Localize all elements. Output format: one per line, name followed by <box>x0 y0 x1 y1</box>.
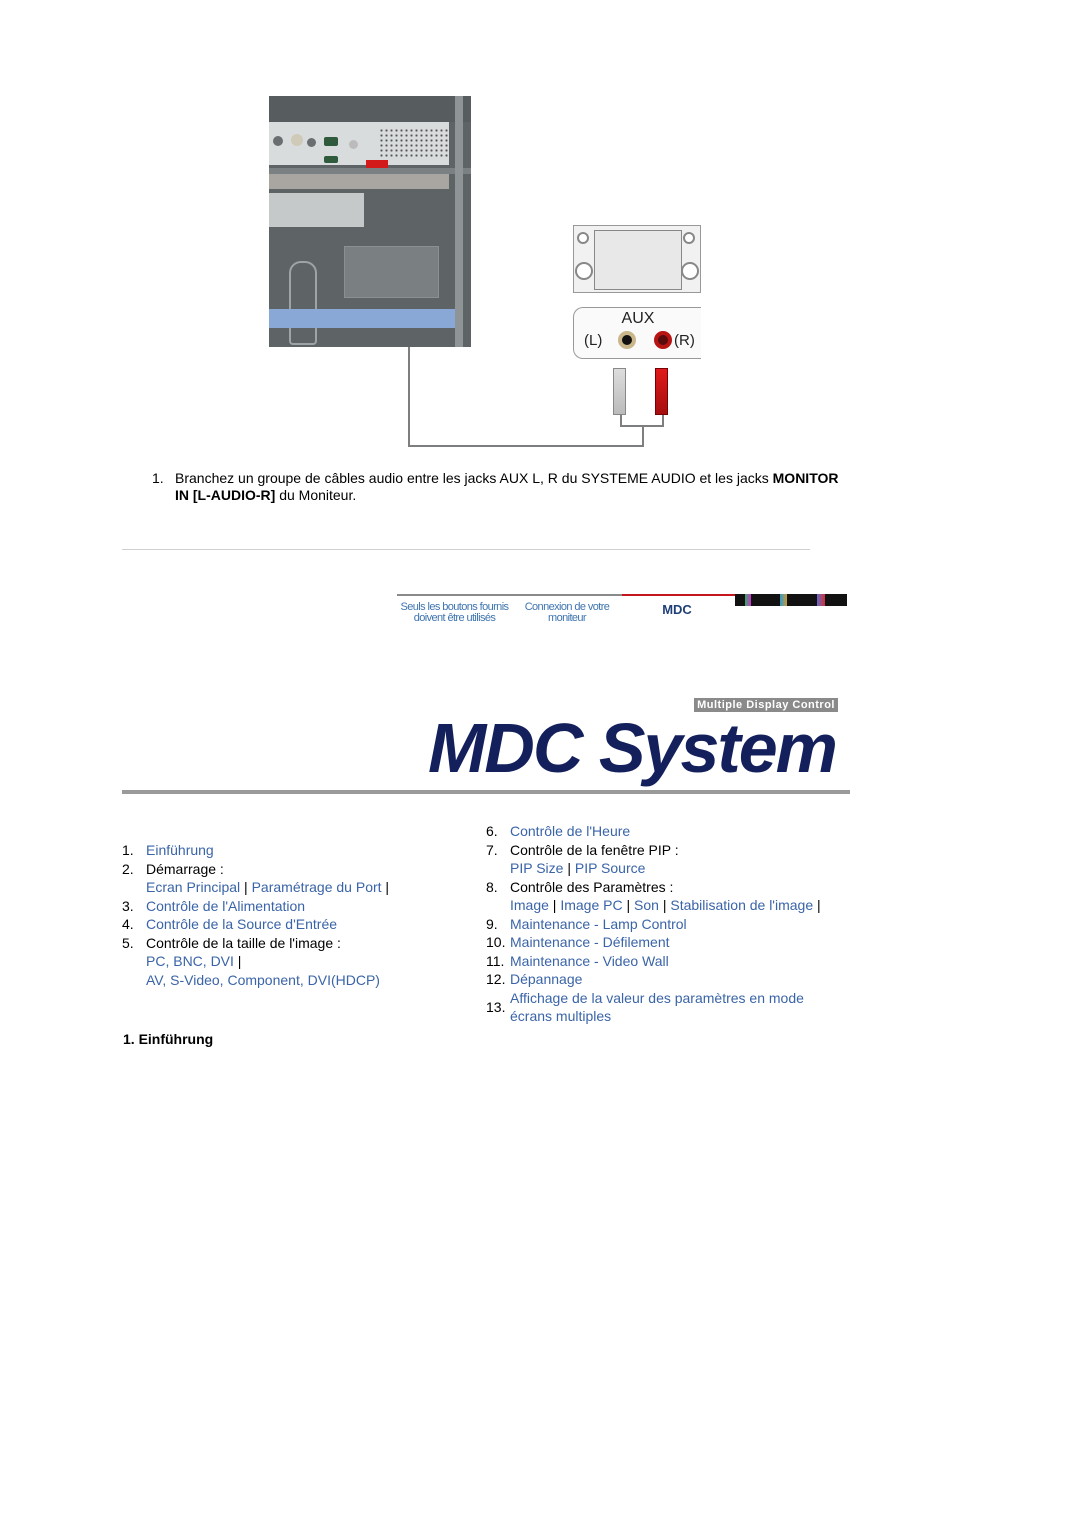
link-av-svideo-component[interactable]: AV, S-Video, Component, DVI(HDCP) <box>146 972 380 988</box>
link-ecran-principal[interactable]: Ecran Principal <box>146 879 240 895</box>
toc-item-7: 7. Contrôle de la fenêtre PIP : PIP Size… <box>486 841 679 877</box>
nav-tab-mdc[interactable]: MDC <box>647 602 707 617</box>
nav-thumbnail-strip <box>735 594 847 606</box>
toc-item-3: 3. Contrôle de l'Alimentation <box>122 897 462 916</box>
link-video-wall[interactable]: Maintenance - Video Wall <box>510 953 669 969</box>
link-depannage[interactable]: Dépannage <box>510 971 582 987</box>
white-rca-plug <box>613 368 626 415</box>
link-son[interactable]: Son <box>634 897 659 913</box>
link-controle-source[interactable]: Contrôle de la Source d'Entrée <box>146 916 337 932</box>
toc-label: Contrôle de la fenêtre PIP : <box>510 841 679 858</box>
section-heading: 1. Einführung <box>123 1031 214 1047</box>
nav-banner: Seuls les boutons fournis doivent être u… <box>397 594 847 630</box>
aux-jack-panel: AUX (L) (R) <box>573 307 701 359</box>
link-text-line-1: Affichage de la valeur des paramètres en… <box>510 989 804 1006</box>
link-defilement[interactable]: Maintenance - Défilement <box>510 934 670 950</box>
instruction-item: 1. Branchez un groupe de câbles audio en… <box>140 470 840 504</box>
link-pc-bnc-dvi[interactable]: PC, BNC, DVI <box>146 953 234 969</box>
toc-item-2: 2. Démarrage : Ecran Principal | Paramét… <box>122 860 390 896</box>
aux-left-jack <box>618 331 636 349</box>
instruction-text: Branchez un groupe de câbles audio entre… <box>175 470 773 486</box>
link-pip-source[interactable]: PIP Source <box>575 860 646 876</box>
toc-item-9: 9. Maintenance - Lamp Control <box>486 915 846 934</box>
link-stabilisation[interactable]: Stabilisation de l'image <box>670 897 813 913</box>
toc-item-8: 8. Contrôle des Paramètres : Image | Ima… <box>486 878 821 914</box>
instruction-text-end: du Moniteur. <box>275 487 357 503</box>
mdc-system-logo: Multiple Display Control MDC System <box>122 696 850 796</box>
nav-tab-connection[interactable]: Connexion de votre moniteur <box>517 602 617 638</box>
toc-label: Contrôle des Paramètres : <box>510 878 674 895</box>
link-pip-size[interactable]: PIP Size <box>510 860 563 876</box>
toc-number: 10. <box>486 934 506 950</box>
toc-item-5: 5. Contrôle de la taille de l'image : PC… <box>122 934 380 988</box>
link-controle-heure[interactable]: Contrôle de l'Heure <box>510 823 630 839</box>
toc-item-1: 1. Einführung <box>122 841 462 860</box>
link-affichage-valeur[interactable]: Affichage de la valeur des paramètres en… <box>510 990 804 1025</box>
link-lamp-control[interactable]: Maintenance - Lamp Control <box>510 916 687 932</box>
toc-number: 1. <box>122 842 134 858</box>
aux-label: AUX <box>621 310 655 327</box>
toc-item-12: 12. Dépannage <box>486 970 846 989</box>
red-rca-plug <box>655 368 668 415</box>
monitor-back-photo <box>269 96 471 347</box>
toc-number: 6. <box>486 823 498 839</box>
aux-right-label: (R) <box>674 332 695 349</box>
toc-number: 2. <box>122 860 134 877</box>
toc-number: 11. <box>486 952 505 969</box>
red-plug-connected <box>366 160 388 168</box>
audio-system-device <box>573 225 701 293</box>
toc-item-6: 6. Contrôle de l'Heure <box>486 822 846 841</box>
toc-label: Contrôle de la taille de l'image : <box>146 934 341 951</box>
link-parametrage-port[interactable]: Paramétrage du Port <box>252 879 382 895</box>
audio-cable-bottom <box>408 445 644 447</box>
toc-item-11: 11. Maintenance - Video Wall <box>486 952 846 971</box>
toc-number: 3. <box>122 897 134 914</box>
link-controle-alimentation[interactable]: Contrôle de l'Alimentation <box>146 898 305 914</box>
link-image-pc[interactable]: Image PC <box>560 897 622 913</box>
toc-left-column: 1. Einführung 2. Démarrage : Ecran Princ… <box>122 841 462 989</box>
toc-number: 8. <box>486 878 498 895</box>
toc-item-10: 10. Maintenance - Défilement <box>486 933 846 952</box>
toc-number: 13. <box>486 998 506 1015</box>
aux-right-jack <box>654 331 672 349</box>
toc-number: 12. <box>486 971 506 987</box>
toc-number: 9. <box>486 915 498 932</box>
section-divider <box>122 549 810 550</box>
toc-label: Démarrage : <box>146 860 224 877</box>
instruction-number: 1. <box>152 470 164 486</box>
link-image[interactable]: Image <box>510 897 549 913</box>
toc-number: 7. <box>486 841 498 858</box>
logo-underline <box>122 790 850 794</box>
toc-right-column: 6. Contrôle de l'Heure 7. Contrôle de la… <box>486 822 846 1026</box>
logo-title: MDC System <box>428 709 838 787</box>
toc-number: 5. <box>122 934 134 951</box>
aux-left-label: (L) <box>584 332 603 349</box>
toc-item-4: 4. Contrôle de la Source d'Entrée <box>122 915 462 934</box>
toc-item-13: 13. Affichage de la valeur des paramètre… <box>486 989 846 1026</box>
instruction-list: 1. Branchez un groupe de câbles audio en… <box>140 470 840 504</box>
link-text-line-2: écrans multiples <box>510 1008 612 1024</box>
nav-tab-buttons[interactable]: Seuls les boutons fournis doivent être u… <box>397 602 512 638</box>
toc-number: 4. <box>122 916 134 932</box>
audio-cable <box>408 347 410 447</box>
link-einfuhrung[interactable]: Einführung <box>146 842 214 858</box>
